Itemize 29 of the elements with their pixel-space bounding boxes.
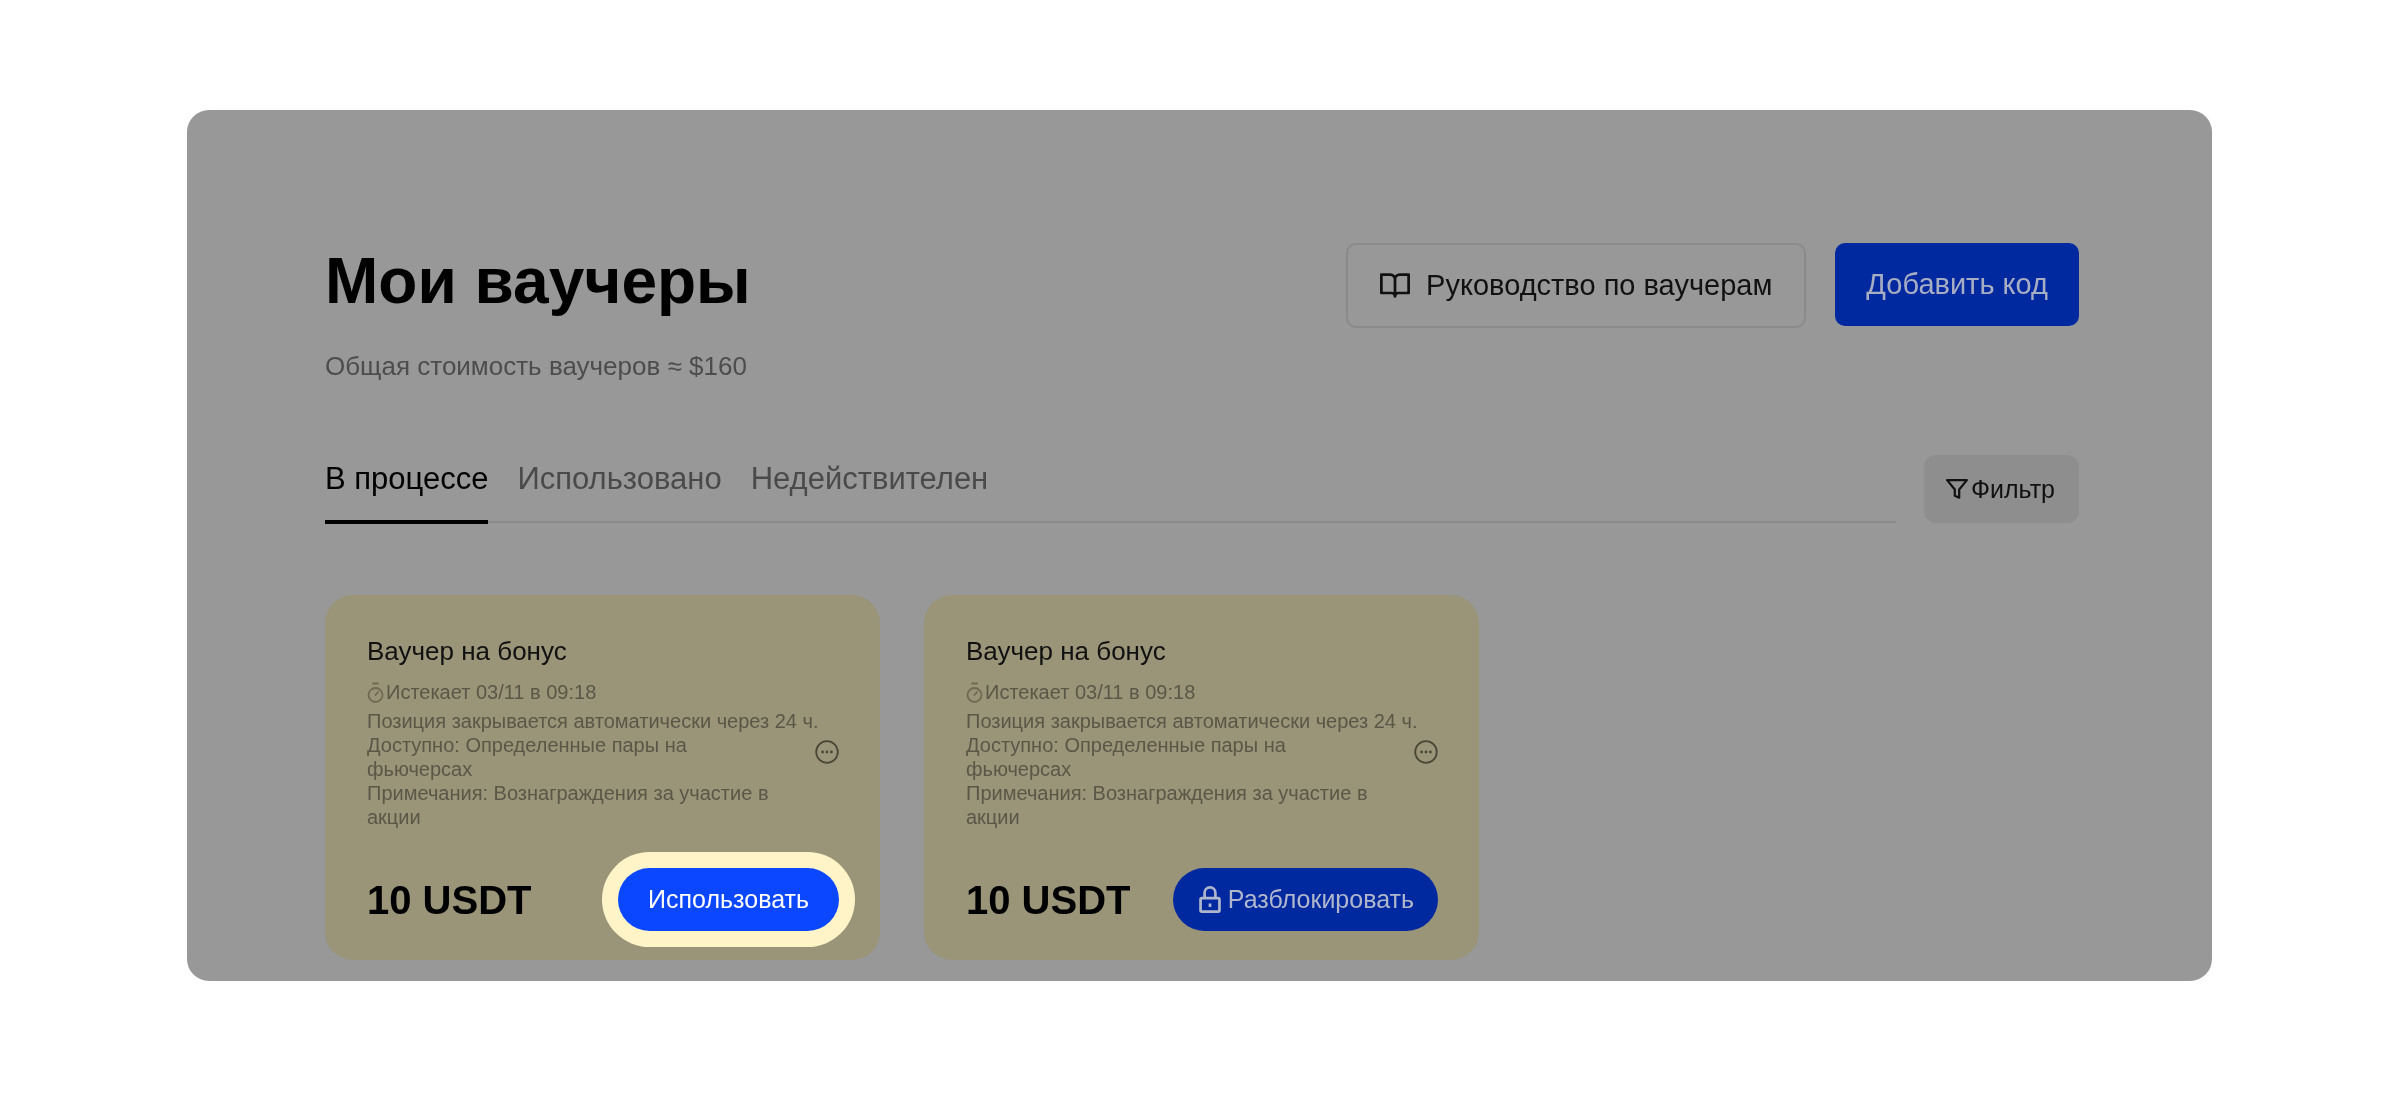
voucher-title: Ваучер на бонус bbox=[367, 635, 568, 667]
stopwatch-icon bbox=[966, 681, 983, 703]
padlock-icon bbox=[1198, 886, 1221, 913]
condition-text: Доступно: Определенные пары на фьючерсах bbox=[367, 733, 688, 781]
condition-text: Примечания: Вознаграждения за участие в акции bbox=[966, 781, 1369, 829]
more-icon[interactable] bbox=[1414, 740, 1438, 764]
filter-button[interactable]: Фильтр bbox=[1924, 455, 2079, 523]
add-code-button[interactable]: Добавить код bbox=[1835, 243, 2079, 326]
guide-button[interactable]: Руководство по ваучерам bbox=[1346, 243, 1807, 328]
voucher-title: Ваучер на бонус bbox=[966, 635, 1167, 667]
total-value-text: Общая стоимость ваучеров ≈ $160 bbox=[325, 350, 748, 382]
stopwatch-icon bbox=[367, 681, 384, 703]
tab[interactable]: В процессе bbox=[325, 460, 489, 524]
auto-close-text: Позиция закрывается автоматически через 24 ч. bbox=[966, 709, 1419, 733]
tab[interactable]: Недействителен bbox=[750, 460, 989, 524]
expiry-text: Истекает 03/11 в 09:18 bbox=[985, 680, 1196, 704]
use-button[interactable]: Использовать bbox=[618, 868, 839, 931]
voucher-amount: 10 USDT bbox=[367, 876, 532, 924]
unlock-button[interactable]: Разблокировать bbox=[1172, 868, 1438, 931]
auto-close-text: Позиция закрывается автоматически через 24 ч. bbox=[367, 709, 820, 733]
page-title: Мои ваучеры bbox=[325, 244, 751, 319]
expiry-text: Истекает 03/11 в 09:18 bbox=[386, 680, 597, 704]
voucher-amount: 10 USDT bbox=[966, 876, 1131, 924]
book-icon bbox=[1380, 273, 1411, 298]
tab[interactable]: Использовано bbox=[517, 460, 722, 524]
condition-text: Доступно: Определенные пары на фьючерсах bbox=[966, 733, 1287, 781]
more-icon[interactable] bbox=[815, 740, 839, 764]
filter-icon bbox=[1946, 478, 1968, 500]
condition-text: Примечания: Вознаграждения за участие в акции bbox=[367, 781, 770, 829]
